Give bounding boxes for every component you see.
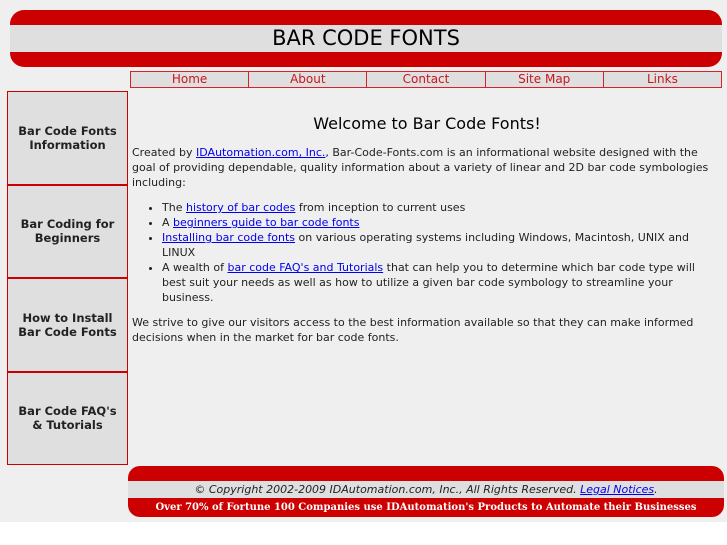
- feature-list: The history of bar codes from inception …: [132, 200, 722, 305]
- bullet-text: from inception to current uses: [295, 201, 466, 214]
- site-footer: © Copyright 2002-2009 IDAutomation.com, …: [128, 466, 724, 517]
- installing-link[interactable]: Installing bar code fonts: [162, 231, 295, 244]
- nav-contact[interactable]: Contact: [367, 72, 486, 87]
- top-nav: Home About Contact Site Map Links: [130, 71, 722, 88]
- tagline: Over 70% of Fortune 100 Companies use ID…: [155, 502, 697, 513]
- sidebar-item-info[interactable]: Bar Code Fonts Information: [8, 92, 127, 186]
- list-item: The history of bar codes from inception …: [162, 200, 722, 215]
- legal-notices-link[interactable]: Legal Notices: [580, 483, 654, 496]
- bullet-text: A wealth of: [162, 261, 228, 274]
- list-item: Installing bar code fonts on various ope…: [162, 230, 722, 260]
- sidebar-item-faq[interactable]: Bar Code FAQ's & Tutorials: [8, 372, 127, 464]
- intro-pre: Created by: [132, 146, 197, 159]
- bullet-text: A: [162, 216, 174, 229]
- copyright: © Copyright 2002-2009 IDAutomation.com, …: [128, 481, 724, 498]
- list-item: A beginners guide to bar code fonts: [162, 215, 722, 230]
- nav-links[interactable]: Links: [603, 72, 722, 87]
- sidebar-item-beginners[interactable]: Bar Coding for Beginners: [8, 185, 127, 279]
- page-title: Welcome to Bar Code Fonts!: [313, 114, 541, 133]
- intro-text: Created by IDAutomation.com, Inc., Bar-C…: [132, 145, 722, 190]
- copyright-period: .: [654, 483, 658, 496]
- nav-about[interactable]: About: [249, 72, 368, 87]
- closing-text: We strive to give our visitors access to…: [132, 316, 694, 344]
- main-content: Welcome to Bar Code Fonts! Created by ID…: [132, 116, 722, 355]
- site-header: BAR CODE FONTS: [10, 10, 722, 67]
- list-item: A wealth of bar code FAQ's and Tutorials…: [162, 260, 722, 305]
- sidebar-item-install[interactable]: How to Install Bar Code Fonts: [8, 279, 127, 373]
- history-link[interactable]: history of bar codes: [186, 201, 295, 214]
- sidebar: Bar Code Fonts Information Bar Coding fo…: [7, 91, 128, 465]
- nav-home[interactable]: Home: [131, 72, 250, 87]
- idautomation-link[interactable]: IDAutomation.com, Inc.: [196, 146, 325, 159]
- site-title: BAR CODE FONTS: [10, 25, 722, 52]
- copyright-text: © Copyright 2002-2009 IDAutomation.com, …: [194, 483, 581, 496]
- beginners-link[interactable]: beginners guide to bar code fonts: [173, 216, 359, 229]
- faq-link[interactable]: bar code FAQ's and Tutorials: [227, 261, 383, 274]
- nav-site-map[interactable]: Site Map: [485, 72, 604, 87]
- bullet-text: The: [162, 201, 186, 214]
